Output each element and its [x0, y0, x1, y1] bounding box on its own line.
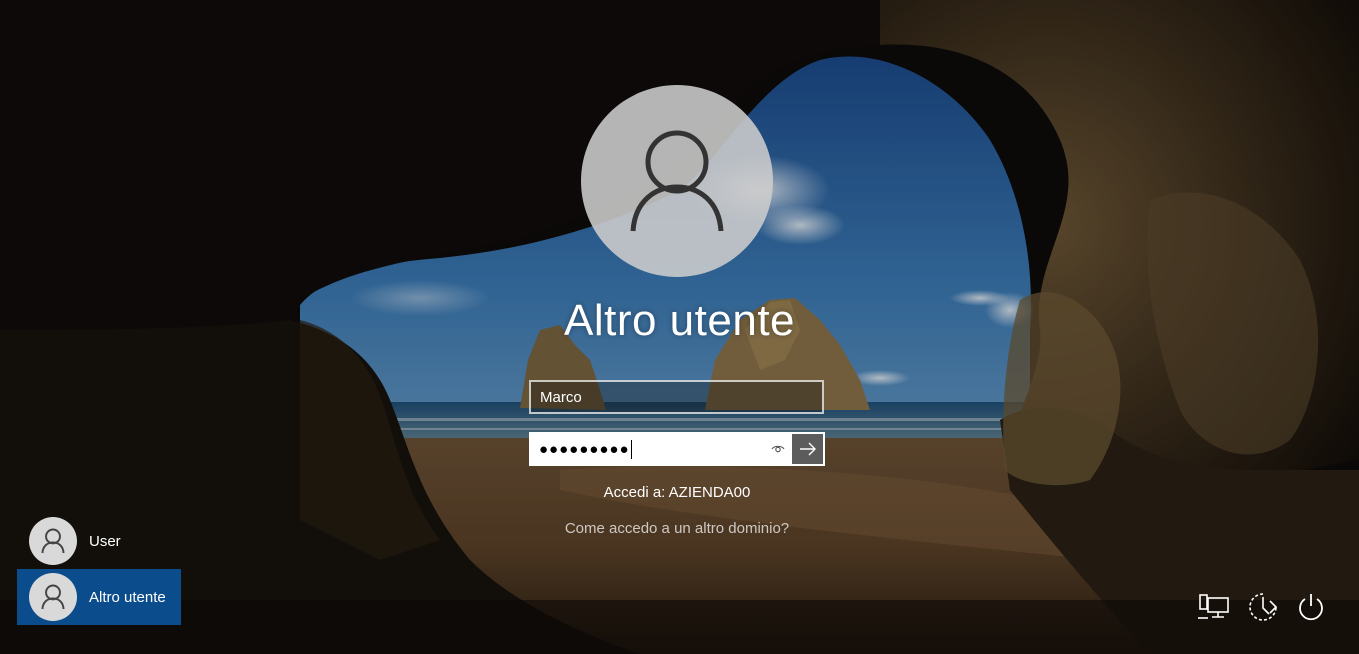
- user-list-item-altro-utente[interactable]: Altro utente: [17, 569, 181, 625]
- username-field[interactable]: [529, 380, 824, 414]
- sign-in-domain-text: Accedi a: AZIENDA00: [603, 484, 751, 501]
- network-button[interactable]: [1197, 590, 1231, 624]
- reveal-password-button[interactable]: [764, 434, 792, 464]
- arrow-right-icon: [799, 442, 816, 456]
- user-avatar-large: [581, 85, 773, 277]
- text-caret: [630, 439, 632, 459]
- selected-user-name: Altro utente: [563, 296, 796, 345]
- avatar: [29, 573, 77, 621]
- password-field[interactable]: ●●●●●●●●●: [531, 434, 764, 464]
- user-list: User Altro utente: [17, 513, 181, 625]
- user-list-item-label: Altro utente: [89, 588, 166, 606]
- ease-of-access-button[interactable]: [1246, 590, 1280, 624]
- power-button[interactable]: [1294, 590, 1328, 624]
- ease-of-access-icon: [1249, 593, 1278, 621]
- user-list-item-label: User: [89, 532, 121, 550]
- lock-screen: Altro utente ●●●●●●●●● Accedi a: AZIENDA…: [0, 0, 1359, 654]
- submit-button[interactable]: [792, 434, 823, 464]
- person-icon: [41, 528, 65, 554]
- person-icon: [630, 130, 724, 232]
- power-icon: [1299, 594, 1323, 621]
- password-field-group: ●●●●●●●●●: [529, 432, 825, 466]
- eye-icon: [771, 445, 785, 453]
- other-domain-link[interactable]: Come accedo a un altro dominio?: [0, 520, 1354, 537]
- password-mask: ●●●●●●●●●: [539, 440, 630, 458]
- avatar: [29, 517, 77, 565]
- person-icon: [41, 584, 65, 610]
- network-icon: [1198, 594, 1229, 619]
- user-list-item-user[interactable]: User: [17, 513, 181, 569]
